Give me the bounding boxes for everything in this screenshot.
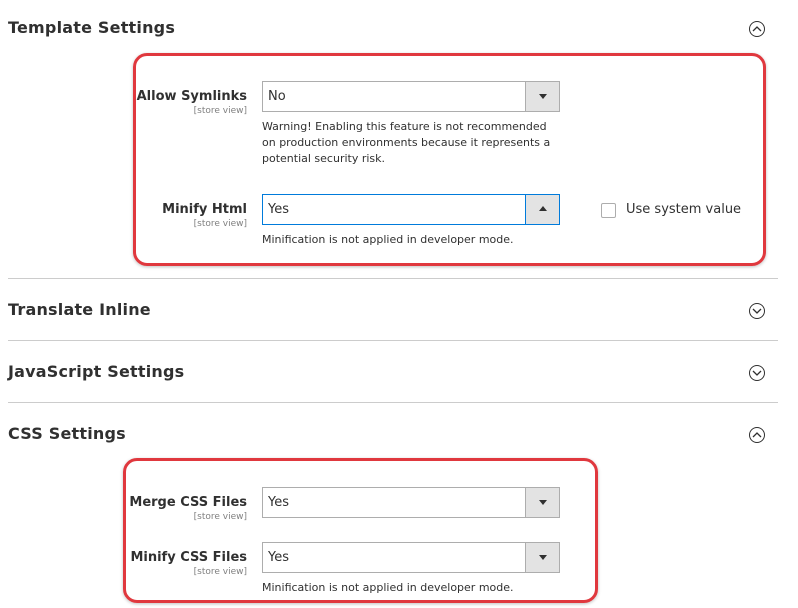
minify-html-scope: [store view]: [193, 219, 247, 229]
section-title-css-settings[interactable]: CSS Settings: [8, 424, 126, 443]
section-divider: [8, 340, 778, 341]
allow-symlinks-label: Allow Symlinks: [136, 89, 247, 104]
warning-line: on production environments because it re…: [262, 136, 551, 149]
section-divider: [8, 278, 778, 279]
merge-css-scope: [store view]: [193, 512, 247, 522]
caret-down-icon: [539, 94, 547, 99]
collapse-chevron-up-icon[interactable]: [749, 427, 765, 443]
minify-css-scope: [store view]: [193, 567, 247, 577]
collapse-chevron-up-icon[interactable]: [749, 21, 765, 37]
expand-chevron-down-icon[interactable]: [749, 365, 765, 381]
section-title-template-settings[interactable]: Template Settings: [8, 18, 175, 37]
allow-symlinks-scope: [store view]: [193, 106, 247, 116]
warning-line: Warning! Enabling this feature is not re…: [262, 120, 547, 133]
allow-symlinks-warning: Warning! Enabling this feature is not re…: [262, 119, 562, 167]
merge-css-value: Yes: [268, 495, 289, 510]
merge-css-label: Merge CSS Files: [129, 495, 247, 510]
minify-css-select[interactable]: Yes: [262, 542, 560, 573]
minify-html-select[interactable]: Yes: [262, 194, 560, 225]
minify-html-note: Minification is not applied in developer…: [262, 233, 514, 246]
select-toggle-button[interactable]: [525, 82, 559, 111]
minify-html-label: Minify Html: [162, 202, 247, 217]
section-title-translate-inline[interactable]: Translate Inline: [8, 300, 151, 319]
minify-css-label: Minify CSS Files: [130, 550, 247, 565]
caret-up-icon: [539, 206, 547, 211]
select-toggle-button[interactable]: [525, 195, 559, 224]
minify-html-value: Yes: [268, 202, 289, 217]
section-title-javascript-settings[interactable]: JavaScript Settings: [8, 362, 184, 381]
expand-chevron-down-icon[interactable]: [749, 303, 765, 319]
use-system-value-checkbox[interactable]: [601, 203, 616, 218]
caret-down-icon: [539, 555, 547, 560]
section-divider: [8, 402, 778, 403]
caret-down-icon: [539, 500, 547, 505]
use-system-value-label[interactable]: Use system value: [626, 202, 741, 217]
merge-css-select[interactable]: Yes: [262, 487, 560, 518]
warning-line: potential security risk.: [262, 152, 386, 165]
minify-css-note: Minification is not applied in developer…: [262, 581, 514, 594]
allow-symlinks-value: No: [268, 89, 286, 104]
select-toggle-button[interactable]: [525, 543, 559, 572]
select-toggle-button[interactable]: [525, 488, 559, 517]
minify-css-value: Yes: [268, 550, 289, 565]
allow-symlinks-select[interactable]: No: [262, 81, 560, 112]
